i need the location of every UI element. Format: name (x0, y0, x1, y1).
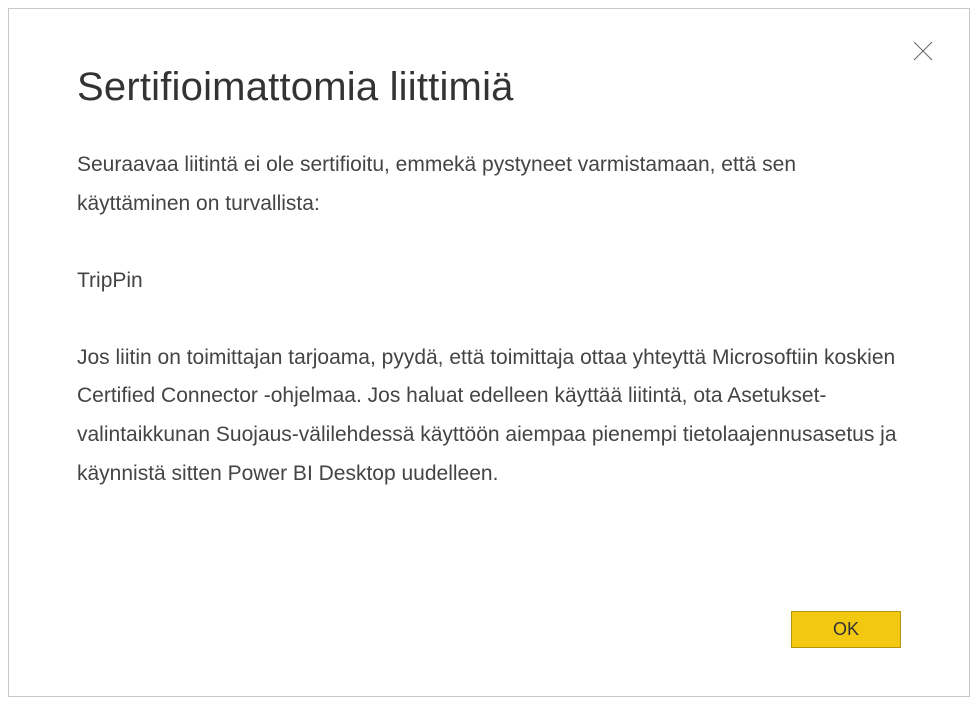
close-button[interactable] (909, 37, 937, 65)
ok-button[interactable]: OK (791, 611, 901, 648)
dialog-footer: OK (77, 611, 901, 648)
intro-text: Seuraavaa liitintä ei ole sertifioitu, e… (77, 146, 901, 224)
connector-name: TripPin (77, 262, 901, 301)
close-icon (911, 39, 935, 63)
instruction-text: Jos liitin on toimittajan tarjoama, pyyd… (77, 339, 901, 494)
uncertified-connectors-dialog: Sertifioimattomia liittimiä Seuraavaa li… (8, 8, 970, 697)
dialog-body: Seuraavaa liitintä ei ole sertifioitu, e… (77, 146, 901, 591)
dialog-title: Sertifioimattomia liittimiä (77, 65, 901, 110)
